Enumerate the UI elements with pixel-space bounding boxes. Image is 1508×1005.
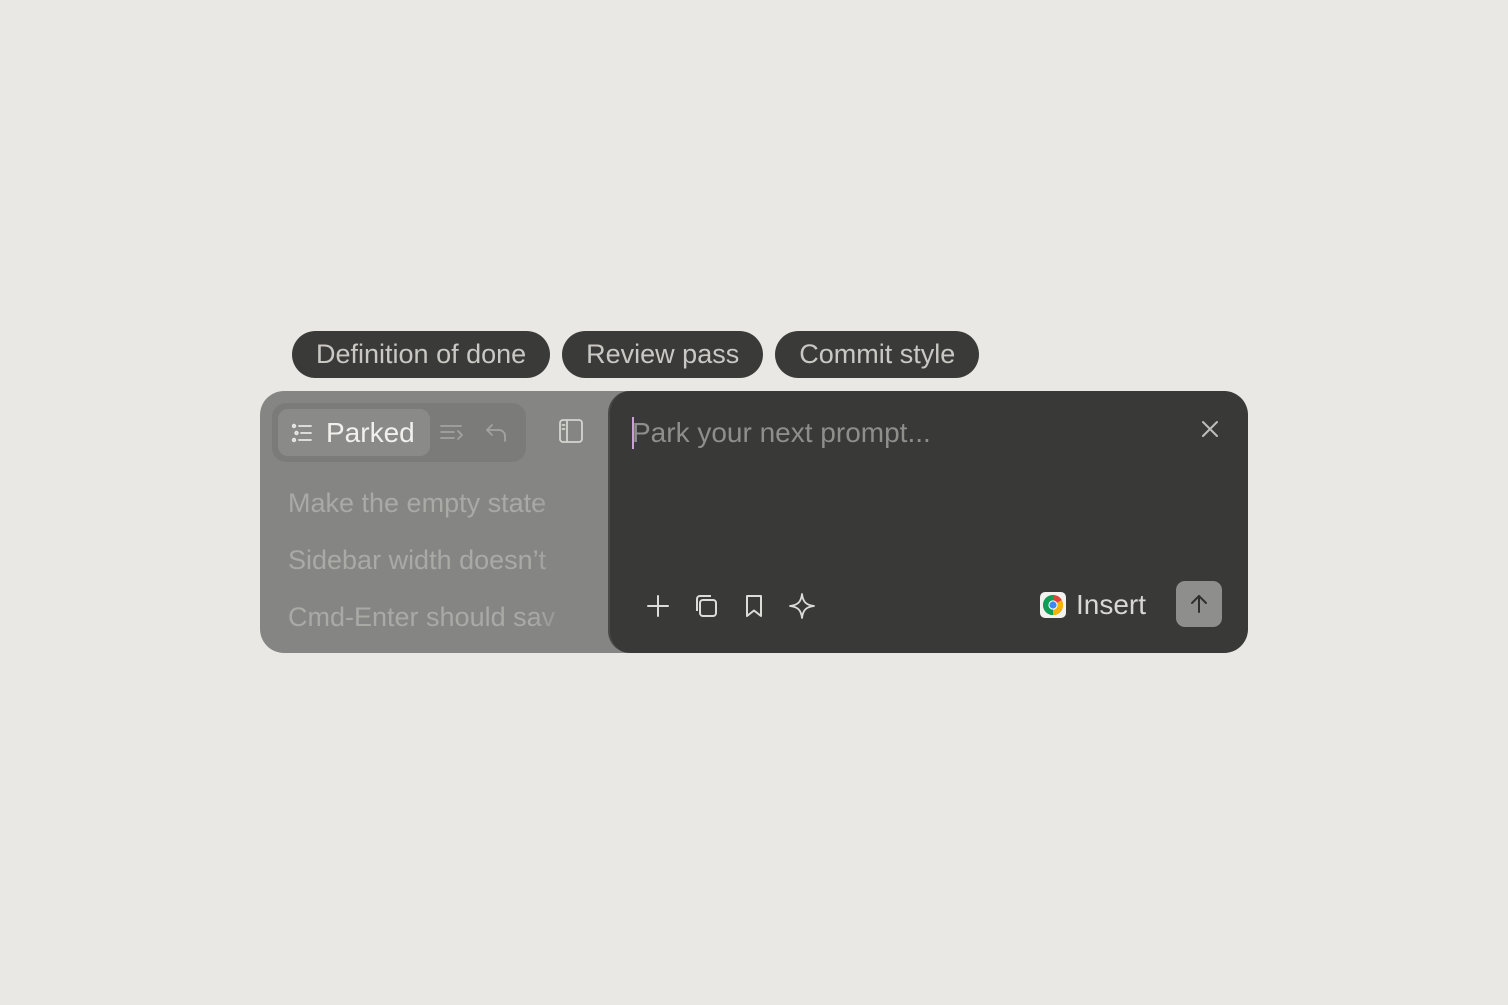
tab-parked[interactable]: Parked	[278, 409, 430, 456]
composer: Insert	[608, 391, 1248, 653]
undo-icon[interactable]	[484, 420, 510, 446]
sort-list-icon[interactable]	[439, 420, 465, 446]
plus-icon[interactable]	[644, 592, 672, 620]
insert-label: Insert	[1076, 589, 1147, 620]
chip-review-pass[interactable]: Review pass	[562, 331, 764, 378]
list-item[interactable]: Make the empty state	[288, 483, 578, 540]
sparkle-icon[interactable]	[788, 592, 816, 620]
parked-list: Make the empty state Sidebar width doesn…	[288, 483, 578, 653]
bookmark-icon[interactable]	[740, 592, 768, 620]
copy-icon[interactable]	[692, 592, 720, 620]
parked-sidebar: Parked Make the empty state Sidebar widt…	[260, 391, 610, 653]
prompt-input[interactable]	[632, 413, 1172, 453]
close-icon[interactable]	[1198, 417, 1222, 441]
sidebar-toolbar: Parked	[272, 403, 526, 462]
chrome-icon	[1040, 592, 1066, 618]
sidebar-panel-icon[interactable]	[558, 418, 584, 444]
insert-button[interactable]: Insert	[1040, 583, 1146, 627]
prompt-panel: Parked Make the empty state Sidebar widt…	[260, 391, 1248, 653]
list-item[interactable]: Cmd-Enter should sav	[288, 597, 578, 653]
tab-parked-label: Parked	[326, 417, 415, 448]
list-item[interactable]: Sidebar width doesn’t	[288, 540, 578, 597]
list-icon	[291, 423, 312, 443]
arrow-up-icon	[1191, 595, 1207, 613]
quick-chips: Definition of done Review pass Commit st…	[292, 331, 980, 378]
chip-definition-of-done[interactable]: Definition of done	[292, 331, 551, 378]
chip-commit-style[interactable]: Commit style	[775, 331, 980, 378]
send-button[interactable]	[1176, 581, 1222, 627]
